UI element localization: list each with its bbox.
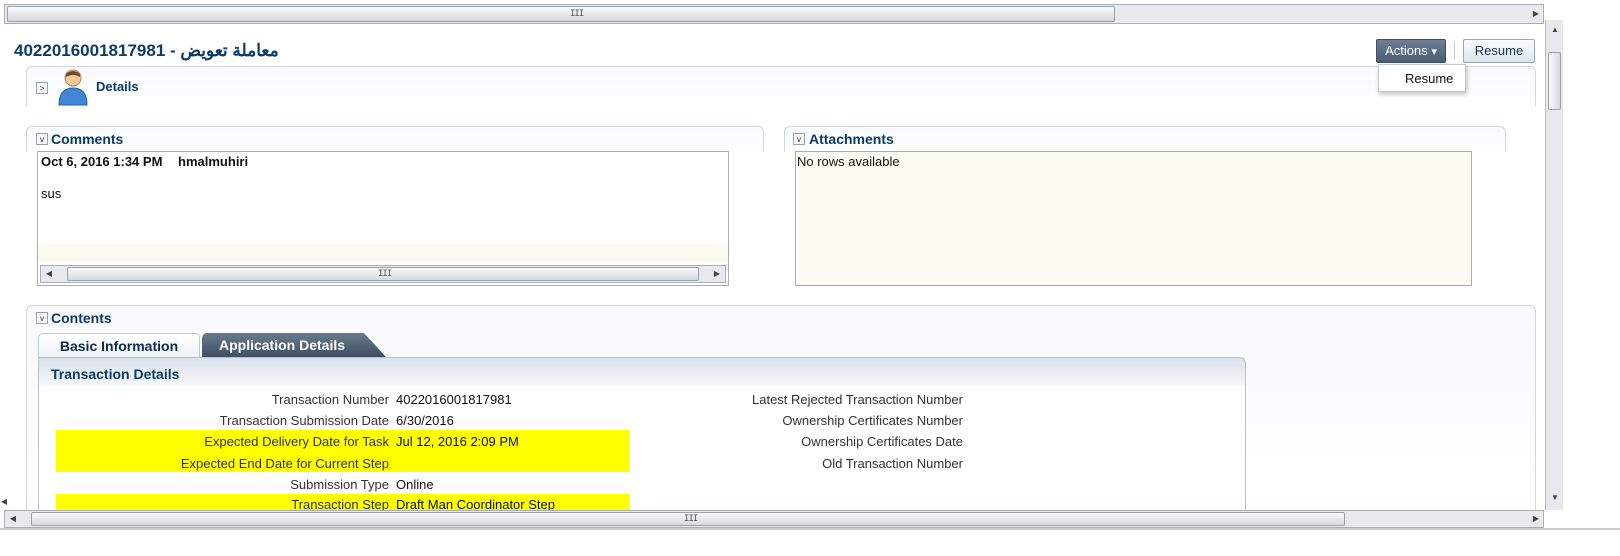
- transaction-details-title: Transaction Details: [51, 366, 180, 382]
- field-label-latest-rejected-number: Latest Rejected Transaction Number: [752, 392, 963, 407]
- comment-date: Oct 6, 2016 1:34 PM: [41, 154, 163, 169]
- field-label-submission-type: Submission Type: [290, 477, 389, 492]
- field-label-transaction-number: Transaction Number: [271, 392, 389, 407]
- bottom-scroll-left-icon[interactable]: ◀: [7, 511, 19, 527]
- field-value-transaction-number: 4022016001817981: [396, 392, 512, 407]
- comment-text: sus: [41, 186, 62, 201]
- attachments-toggle-icon[interactable]: v: [793, 133, 805, 145]
- chevron-down-icon: ▾: [1431, 46, 1437, 58]
- actions-button[interactable]: Actions ▾: [1376, 39, 1446, 63]
- scroll-right-arrow-icon[interactable]: ▶: [1529, 6, 1543, 22]
- top-horizontal-scrollbar[interactable]: III ▶: [4, 4, 1544, 24]
- comments-toggle-icon[interactable]: v: [36, 133, 48, 145]
- attachments-table: No rows available: [795, 151, 1472, 286]
- tab-basic-information-label: Basic Information: [59, 338, 179, 354]
- scroll-up-arrow-icon[interactable]: ▲: [1548, 22, 1562, 38]
- field-label-expected-end-date: Expected End Date for Current Step: [180, 456, 389, 471]
- scroll-down-arrow-icon[interactable]: ▼: [1548, 490, 1562, 506]
- scroll-grip: III: [378, 269, 392, 279]
- details-label[interactable]: Details: [96, 79, 139, 94]
- field-label-ownership-certificates-number: Ownership Certificates Number: [782, 413, 963, 428]
- field-label-old-transaction-number: Old Transaction Number: [822, 456, 963, 471]
- contents-title: Contents: [51, 310, 112, 326]
- scroll-grip: III: [570, 9, 584, 19]
- bottom-horizontal-scrollbar[interactable]: ◀ III ▶: [4, 510, 1544, 528]
- top-scrollbar-thumb[interactable]: III: [7, 6, 1115, 22]
- attachments-empty-text: No rows available: [797, 154, 900, 169]
- field-value-submission-type: Online: [396, 477, 434, 492]
- user-avatar-icon: [56, 68, 90, 106]
- field-value-expected-delivery-date: Jul 12, 2016 2:09 PM: [396, 434, 519, 449]
- details-panel: [26, 66, 1536, 106]
- left-edge-arrow-icon[interactable]: ◀: [0, 494, 8, 510]
- comment-user: hmalmuhiri: [178, 154, 249, 169]
- tab-application-details-label: Application Details: [218, 337, 346, 353]
- actions-menu: Resume: [1378, 64, 1466, 92]
- scroll-grip: III: [684, 514, 698, 524]
- comments-scroll-right-icon[interactable]: ▶: [711, 266, 723, 282]
- bottom-scroll-right-icon[interactable]: ▶: [1529, 511, 1543, 527]
- resume-button[interactable]: Resume: [1463, 39, 1535, 63]
- toolbar-separator: [1454, 42, 1455, 60]
- comments-panel: [26, 126, 764, 152]
- field-label-expected-delivery-date: Expected Delivery Date for Task: [204, 434, 389, 449]
- vertical-scrollbar[interactable]: ▲ ▼: [1545, 20, 1563, 510]
- actions-label: Actions: [1385, 43, 1428, 58]
- attachments-title: Attachments: [809, 131, 894, 147]
- bottom-edge: [0, 528, 1620, 530]
- field-value-submission-date: 6/30/2016: [396, 413, 454, 428]
- vertical-scrollbar-thumb[interactable]: [1548, 52, 1561, 110]
- page-title: 4022016001817981 - معاملة تعويض: [14, 41, 279, 60]
- field-label-ownership-certificates-date: Ownership Certificates Date: [801, 434, 963, 449]
- menu-item-resume[interactable]: Resume: [1405, 71, 1453, 86]
- details-toggle-icon[interactable]: >: [36, 82, 48, 94]
- comments-title: Comments: [51, 131, 124, 147]
- bottom-scrollbar-thumb[interactable]: III: [31, 512, 1345, 526]
- field-label-submission-date: Transaction Submission Date: [219, 413, 389, 428]
- comments-horizontal-scrollbar[interactable]: ◀ III ▶: [40, 265, 726, 283]
- tab-application-details[interactable]: Application Details: [202, 333, 386, 357]
- comment-item: Oct 6, 2016 1:34 PM hmalmuhiri: [41, 154, 721, 169]
- contents-toggle-icon[interactable]: v: [36, 312, 48, 324]
- comments-scrollbar-thumb[interactable]: III: [67, 267, 699, 281]
- comments-footer-tint: [38, 244, 728, 262]
- comments-scroll-left-icon[interactable]: ◀: [43, 266, 55, 282]
- comments-list: Oct 6, 2016 1:34 PM hmalmuhiri sus ◀ III…: [37, 151, 729, 286]
- tab-basic-information[interactable]: Basic Information: [38, 333, 200, 357]
